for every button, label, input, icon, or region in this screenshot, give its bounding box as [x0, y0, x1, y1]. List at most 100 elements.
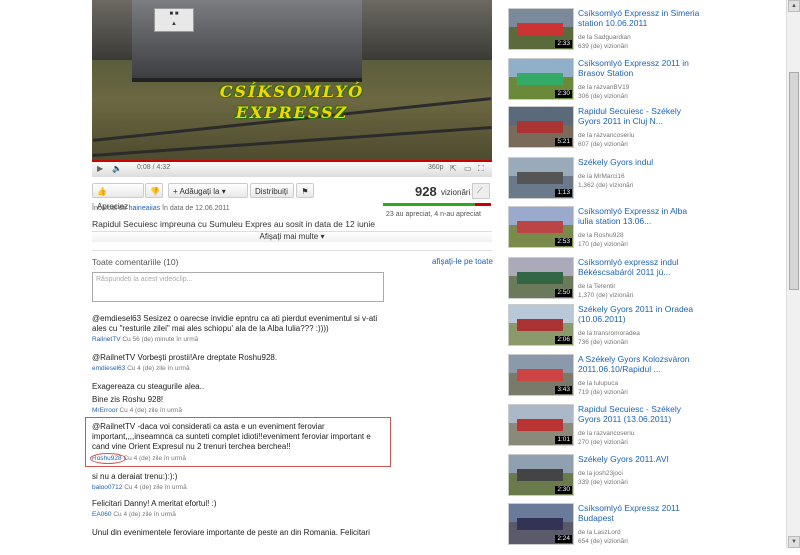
related-video-uploader: de la lulupuca [578, 380, 618, 387]
scroll-down-arrow-icon[interactable]: ▼ [788, 536, 800, 548]
show-more-button[interactable]: Afișați mai multe ▾ [92, 231, 492, 242]
comment-meta: RailnetTV Cu 56 (de) minute în urmă [92, 336, 198, 343]
volume-icon[interactable]: 🔈 [112, 164, 122, 173]
uploader-link[interactable]: haineaiias [129, 205, 161, 212]
related-video-item[interactable]: 5:21 Rapidul Secuiesc - Székely Gyors 201… [508, 106, 778, 158]
related-video-item[interactable]: 2:53 Csíksomlyó Expressz in Alba iulia st… [508, 206, 778, 258]
uploader-name[interactable]: razvancoseriu [594, 132, 634, 139]
related-video-thumbnail[interactable]: 2:30 [508, 454, 574, 496]
share-label: Distribuiți [255, 187, 288, 196]
related-video-thumbnail[interactable]: 1:13 [508, 157, 574, 199]
uploader-name[interactable]: MrMarci16 [594, 173, 625, 180]
related-video-title[interactable]: Rapidul Secuiesc - Székely Gyors 2011 in… [578, 106, 703, 126]
uploader-name[interactable]: transromoradea [594, 330, 640, 337]
expand-icon[interactable]: ▭ [464, 164, 472, 173]
quality-selector[interactable]: 360p [428, 164, 444, 171]
uploader-name[interactable]: lulupuca [594, 380, 618, 387]
comment-text: @emdiesel63 Sesizez o oarecse invidie ep… [92, 314, 378, 333]
uploader-name[interactable]: Sadguardian [594, 34, 631, 41]
scrollbar-thumb[interactable] [789, 72, 799, 290]
play-icon[interactable]: ▶ [97, 164, 103, 173]
rating-bar-likes [383, 203, 475, 206]
comment-author[interactable]: EA060 [92, 511, 112, 518]
related-video-item[interactable]: 2:30 Székely Gyors 2011.AVI de la josh23jo… [508, 454, 778, 506]
related-video-item[interactable]: 3:43 A Székely Gyors Kolozsváron 2011.06.… [508, 354, 778, 406]
add-to-button[interactable]: + Adăugați la ▾ [168, 183, 248, 198]
related-video-title[interactable]: Csíksomlyó Expressz 2011 in Brasov Stati… [578, 58, 703, 78]
video-duration: 1:13 [555, 189, 572, 197]
uploader-prefix: de la [578, 173, 593, 180]
video-overlay-title-line1: CSÍKSOMLYÓ [219, 82, 365, 101]
view-count-label: vizionări [441, 188, 471, 197]
related-video-views: 719 (de) vizionări [578, 389, 628, 396]
flag-icon: ⚑ [301, 187, 309, 196]
scrollbar[interactable]: ▲ ▼ [786, 0, 800, 548]
related-video-item[interactable]: 1:01 Rapidul Secuiesc - Székely Gyors 201… [508, 404, 778, 456]
video-duration: 2:30 [555, 486, 572, 494]
related-video-views: 1,370 (de) vizionări [578, 292, 634, 299]
like-button[interactable]: 👍 Apreciez [92, 183, 144, 211]
comment-text: Unul din evenimentele feroviare importan… [92, 528, 370, 537]
show-more-label: Afișați mai multe [259, 232, 319, 241]
related-video-item[interactable]: 1:13 Székely Gyors indul de la MrMarci16 1,… [508, 157, 778, 209]
flag-button[interactable]: ⚑ [296, 183, 314, 198]
add-to-label: Adăugați la [179, 187, 220, 196]
thumbnail-train-shape [517, 272, 563, 284]
comment-meta: baloo0712 Cu 4 (de) zile în urmă [92, 484, 187, 491]
related-video-thumbnail[interactable]: 2:24 [508, 503, 574, 545]
comments-header: Toate comentariile (10) [92, 257, 179, 267]
related-video-title[interactable]: A Székely Gyors Kolozsváron 2011.06.10/R… [578, 354, 703, 374]
thumbnail-train-shape [517, 319, 563, 331]
uploader-name[interactable]: LaszLord [594, 529, 621, 536]
related-video-title[interactable]: Csíksomlyó Expressz 2011 Budapest [578, 503, 703, 523]
related-video-title[interactable]: Székely Gyors 2011.AVI [578, 454, 703, 464]
related-video-title[interactable]: Csíksomlyó expressz indul Békéscsabáról … [578, 257, 703, 277]
related-video-item[interactable]: 2:33 Csíksomlyó Expressz in Simeria stati… [508, 8, 778, 60]
comment-time: Cu 4 (de) zile în urmă [124, 484, 187, 491]
related-video-thumbnail[interactable]: 2:06 [508, 304, 574, 346]
related-video-title[interactable]: Székely Gyors indul [578, 157, 703, 167]
related-video-views: 654 (de) vizionări [578, 538, 628, 545]
thumbnail-train-shape [517, 369, 563, 381]
related-video-item[interactable]: 2:50 Csíksomlyó expressz indul Békéscsabá… [508, 257, 778, 309]
related-video-thumbnail[interactable]: 2:33 [508, 8, 574, 50]
related-video-item[interactable]: 2:06 Székely Gyors 2011 in Oradea (10.06.… [508, 304, 778, 356]
uploader-name[interactable]: Roshu928 [594, 232, 624, 239]
scroll-up-arrow-icon[interactable]: ▲ [788, 0, 800, 12]
related-video-item[interactable]: 2:30 Csíksomlyó Expressz 2011 in Brasov S… [508, 58, 778, 110]
popout-icon[interactable]: ⇱ [450, 164, 457, 173]
related-video-title[interactable]: Rapidul Secuiesc - Székely Gyors 2011 (1… [578, 404, 703, 424]
related-video-thumbnail[interactable]: 3:43 [508, 354, 574, 396]
show-all-comments-link[interactable]: afișați-le pe toate [432, 257, 493, 266]
uploader-prefix: de la [578, 84, 593, 91]
related-video-thumbnail[interactable]: 1:01 [508, 404, 574, 446]
video-duration: 5:21 [555, 138, 572, 146]
uploader-name[interactable]: razvancoseriu [594, 430, 634, 437]
related-video-views: 607 (de) vizionări [578, 141, 628, 148]
related-video-thumbnail[interactable]: 2:53 [508, 206, 574, 248]
related-video-title[interactable]: Székely Gyors 2011 in Oradea (10.06.2011… [578, 304, 703, 324]
comment-author[interactable]: MrErroor [92, 407, 118, 414]
share-button[interactable]: Distribuiți [250, 183, 294, 198]
comment-author[interactable]: baloo0712 [92, 484, 122, 491]
uploader-name[interactable]: razvanBV19 [594, 84, 629, 91]
comment-time: Cu 56 (de) minute în urmă [122, 336, 199, 343]
comment-input[interactable]: Răspundeți la acest videoclip... [92, 272, 384, 302]
video-duration: 1:01 [555, 436, 572, 444]
related-video-thumbnail[interactable]: 2:50 [508, 257, 574, 299]
video-duration: 2:06 [555, 336, 572, 344]
video-player[interactable]: ■ ■ ▲ CSÍKSOMLYÓ EXPRESSZ [92, 0, 492, 160]
related-video-title[interactable]: Csíksomlyó Expressz in Simeria station 1… [578, 8, 703, 28]
related-video-item[interactable]: 2:24 Csíksomlyó Expressz 2011 Budapest de … [508, 503, 778, 555]
dislike-button[interactable]: 👎 [145, 183, 163, 198]
related-video-thumbnail[interactable]: 2:30 [508, 58, 574, 100]
uploader-name[interactable]: josh23joci [594, 470, 623, 477]
comment-author[interactable]: emdiesel63 [92, 365, 125, 372]
fullscreen-icon[interactable]: ⛶ [478, 164, 484, 174]
comment-author[interactable]: RailnetTV [92, 336, 121, 343]
video-duration: 3:43 [555, 386, 572, 394]
related-video-title[interactable]: Csíksomlyó Expressz in Alba iulia statio… [578, 206, 703, 226]
related-video-thumbnail[interactable]: 5:21 [508, 106, 574, 148]
statistics-button[interactable]: ⟋ [472, 183, 490, 199]
uploader-name[interactable]: Terentir [594, 283, 616, 290]
